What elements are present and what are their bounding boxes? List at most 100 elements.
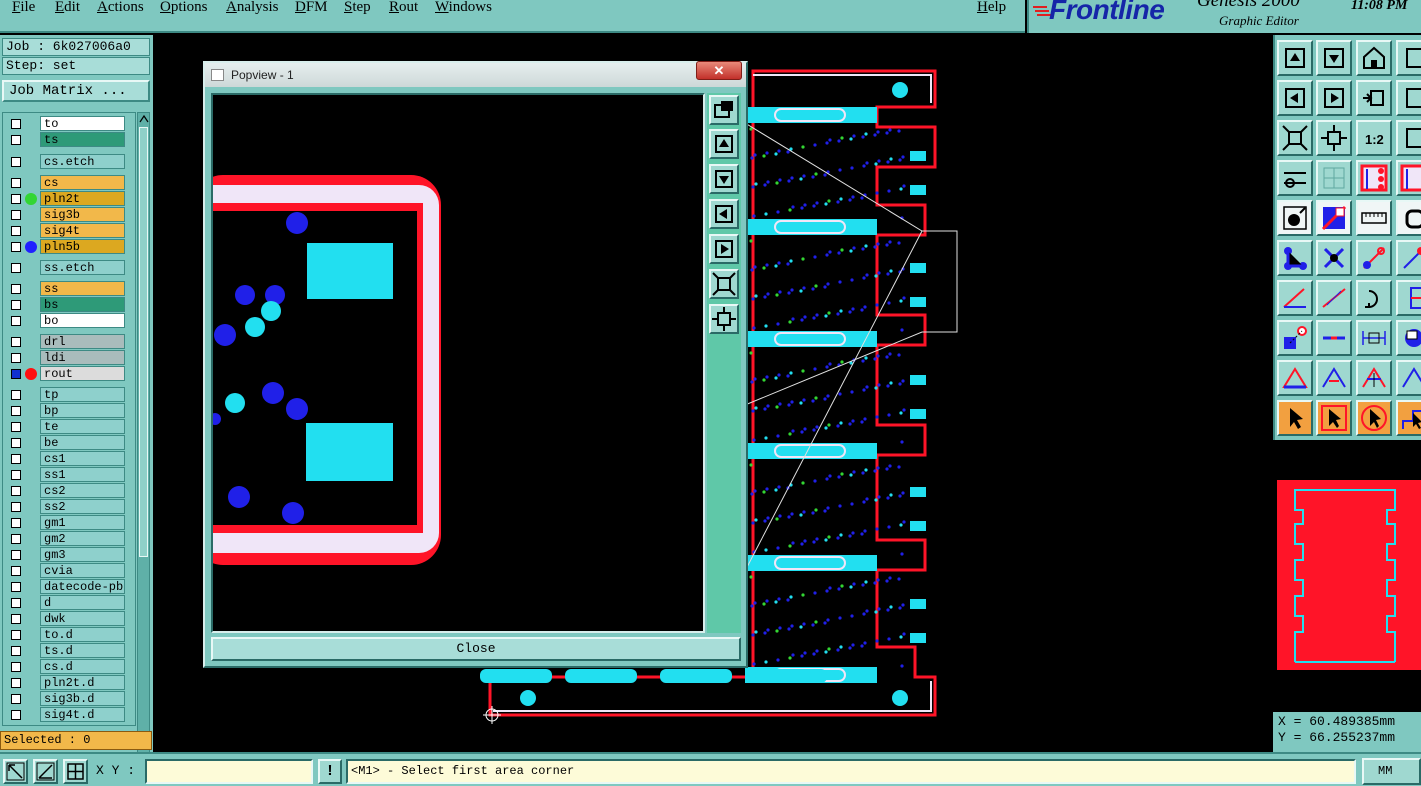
layer-name[interactable]: cs1	[40, 451, 125, 466]
layer-name[interactable]: sig4t.d	[40, 707, 125, 722]
tool-pointer-circle-button[interactable]	[1356, 400, 1392, 436]
popview-zoom-out-button[interactable]	[709, 269, 739, 299]
xy-input[interactable]	[145, 759, 313, 784]
layer-checkbox[interactable]	[11, 135, 21, 145]
layer-checkbox[interactable]	[11, 662, 21, 672]
layer-name[interactable]: drl	[40, 334, 125, 349]
tool-zoom-fit-button[interactable]	[1277, 120, 1313, 156]
tool-help-button[interactable]	[1396, 80, 1421, 116]
layer-checkbox[interactable]	[11, 678, 21, 688]
overview-map[interactable]	[1275, 448, 1421, 712]
popview-pan-down-button[interactable]	[709, 164, 739, 194]
tool-scale-1-2-button[interactable]: 1:2	[1356, 120, 1392, 156]
layer-name[interactable]: gm2	[40, 531, 125, 546]
tool-snap-pad-button[interactable]	[1277, 320, 1313, 356]
layer-name[interactable]: to	[40, 116, 125, 131]
layer-row-cs.etch[interactable]: cs.etch	[5, 154, 125, 169]
layer-checkbox[interactable]	[11, 119, 21, 129]
tool-grid-button[interactable]	[1316, 160, 1352, 196]
layer-checkbox[interactable]	[11, 284, 21, 294]
layer-row-be[interactable]: be	[5, 435, 125, 450]
layer-row-bs[interactable]: bs	[5, 297, 125, 312]
layer-checkbox[interactable]	[11, 210, 21, 220]
tool-pin-2-button[interactable]	[1396, 240, 1421, 276]
layer-name[interactable]: cs	[40, 175, 125, 190]
tool-tooltip-button[interactable]	[1396, 320, 1421, 356]
layer-checkbox[interactable]	[11, 502, 21, 512]
tool-line-button[interactable]	[1316, 280, 1352, 316]
layer-name[interactable]: to.d	[40, 627, 125, 642]
menu-actions[interactable]: Actions	[97, 0, 144, 16]
layer-row-rout[interactable]: rout	[5, 366, 125, 381]
layer-checkbox[interactable]	[11, 242, 21, 252]
tool-connect-button[interactable]	[1277, 240, 1313, 276]
menu-dfm[interactable]: DFM	[295, 0, 328, 16]
layer-row-datecode-pbe[interactable]: datecode-pbe	[5, 579, 125, 594]
grid-mode-button[interactable]	[63, 759, 88, 784]
tool-tri-4-button[interactable]	[1396, 360, 1421, 396]
layer-checkbox[interactable]	[11, 369, 21, 379]
tool-pointer-route-button[interactable]	[1396, 400, 1421, 436]
layer-row-to[interactable]: to	[5, 116, 125, 131]
layer-row-pln2t.d[interactable]: pln2t.d	[5, 675, 125, 690]
measure-mode-button[interactable]	[33, 759, 58, 784]
layer-checkbox[interactable]	[11, 194, 21, 204]
layer-name[interactable]: cs2	[40, 483, 125, 498]
layer-checkbox[interactable]	[11, 337, 21, 347]
tool-rout-overlay-button[interactable]	[1356, 160, 1392, 196]
popview-pan-up-button[interactable]	[709, 129, 739, 159]
tool-pan-down-button[interactable]	[1316, 40, 1352, 76]
tool-undo-view-button[interactable]	[1356, 80, 1392, 116]
popview-canvas[interactable]	[211, 93, 705, 633]
layer-name[interactable]: ss1	[40, 467, 125, 482]
scroll-up-icon[interactable]	[139, 114, 149, 124]
layer-checkbox[interactable]	[11, 454, 21, 464]
layer-row-ss[interactable]: ss	[5, 281, 125, 296]
layer-checkbox[interactable]	[11, 534, 21, 544]
units-selector[interactable]: MM	[1362, 758, 1421, 785]
tool-pan-right-button[interactable]	[1316, 80, 1352, 116]
layer-row-gm1[interactable]: gm1	[5, 515, 125, 530]
layer-row-pln2t[interactable]: pln2t	[5, 191, 125, 206]
execute-button[interactable]: !	[318, 759, 342, 784]
layer-name[interactable]: bs	[40, 297, 125, 312]
layer-checkbox[interactable]	[11, 300, 21, 310]
job-matrix-button[interactable]: Job Matrix ...	[2, 80, 150, 102]
tool-pointer-box-button[interactable]	[1316, 400, 1352, 436]
tool-dimension-button[interactable]	[1356, 320, 1392, 356]
layer-row-cs.d[interactable]: cs.d	[5, 659, 125, 674]
layer-checkbox[interactable]	[11, 566, 21, 576]
popview-pan-right-button[interactable]	[709, 234, 739, 264]
layer-row-gm2[interactable]: gm2	[5, 531, 125, 546]
layer-row-ss2[interactable]: ss2	[5, 499, 125, 514]
menu-file[interactable]: File	[12, 0, 35, 16]
layer-row-bo[interactable]: bo	[5, 313, 125, 328]
layer-checkbox[interactable]	[11, 582, 21, 592]
layer-row-to.d[interactable]: to.d	[5, 627, 125, 642]
tool-angle-line-button[interactable]	[1277, 280, 1313, 316]
tool-grid-right-button[interactable]	[1396, 40, 1421, 76]
layer-row-sig4t[interactable]: sig4t	[5, 223, 125, 238]
menu-step[interactable]: Step	[344, 0, 371, 16]
layer-row-te[interactable]: te	[5, 419, 125, 434]
layer-name[interactable]: pln5b	[40, 239, 125, 254]
menu-rout[interactable]: Rout	[389, 0, 418, 16]
menu-edit[interactable]: Edit	[55, 0, 80, 16]
layer-row-cs[interactable]: cs	[5, 175, 125, 190]
layer-row-d[interactable]: d	[5, 595, 125, 610]
layer-name[interactable]: gm3	[40, 547, 125, 562]
layer-checkbox[interactable]	[11, 486, 21, 496]
layer-name[interactable]: ts.d	[40, 643, 125, 658]
snap-mode-button[interactable]	[3, 759, 28, 784]
tool-pin-button[interactable]	[1356, 240, 1392, 276]
popview-close-button[interactable]: Close	[211, 637, 741, 661]
menu-options[interactable]: Options	[160, 0, 208, 16]
layer-row-cs2[interactable]: cs2	[5, 483, 125, 498]
tool-segment-button[interactable]	[1316, 320, 1352, 356]
layer-name[interactable]: ts	[40, 132, 125, 147]
menu-help[interactable]: Help	[977, 0, 1006, 16]
tool-delete-line-button[interactable]	[1316, 200, 1352, 236]
tool-zoom-center-button[interactable]	[1316, 120, 1352, 156]
layer-row-sig3b.d[interactable]: sig3b.d	[5, 691, 125, 706]
layer-name[interactable]: ss	[40, 281, 125, 296]
